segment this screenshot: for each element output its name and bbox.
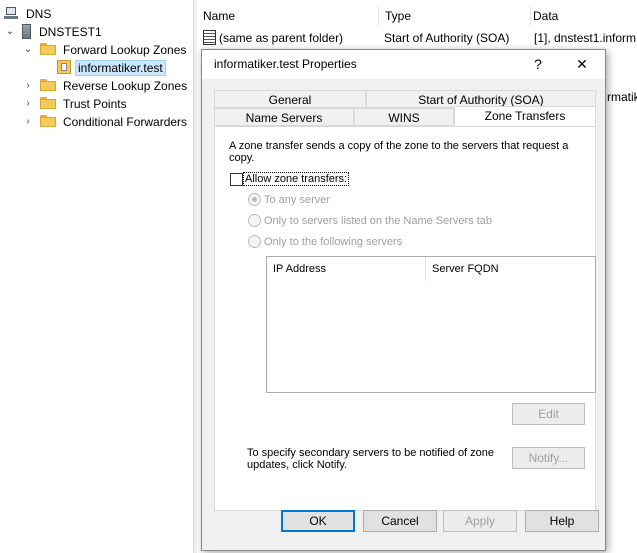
tree-label-dns: DNS [26,7,52,21]
tree-item-forward-lookup-zones[interactable]: Forward Lookup Zones [40,41,189,59]
radio-any-server-label[interactable]: To any server [264,194,330,206]
apply-button[interactable]: Apply [443,510,517,532]
row-data: [1], dnstest1.inform [534,31,637,45]
ok-button[interactable]: OK [281,510,355,532]
server-icon [22,24,31,39]
tree-item-conditional-forwarders[interactable]: Conditional Forwarders [40,113,190,131]
tree-item-reverse-lookup-zones[interactable]: Reverse Lookup Zones [40,77,190,95]
tab-name-servers[interactable]: Name Servers [214,108,354,126]
dialog-titlebar[interactable]: informatiker.test Properties ? ✕ [202,50,605,79]
tree-label-reverse: Reverse Lookup Zones [63,79,188,93]
radio-name-servers-tab-label[interactable]: Only to servers listed on the Name Serve… [264,215,492,227]
record-icon [203,30,216,45]
zone-icon [57,60,71,74]
column-header-ip-address[interactable]: IP Address [267,257,426,281]
folder-icon [40,97,56,109]
column-header-type[interactable]: Type [379,6,531,26]
close-icon[interactable]: ✕ [564,50,600,79]
tab-general[interactable]: General [214,90,366,108]
tree-label-trust: Trust Points [63,97,127,111]
chevron-down-icon[interactable]: ⌄ [23,41,33,59]
chevron-right-icon[interactable]: › [23,77,33,95]
radio-any-server[interactable] [248,193,261,206]
row-data-partial: rmatik [607,90,637,104]
tree-item-zone[interactable]: informatiker.test [57,59,166,77]
notify-button[interactable]: Notify... [512,447,585,469]
folder-icon [40,115,56,127]
row-type: Start of Authority (SOA) [384,31,510,45]
cancel-button[interactable]: Cancel [363,510,437,532]
zone-transfers-panel: A zone transfer sends a copy of the zone… [214,126,596,511]
radio-following-servers-label[interactable]: Only to the following servers [264,236,402,248]
tab-wins[interactable]: WINS [354,108,454,126]
chevron-down-icon[interactable]: ⌄ [5,23,15,41]
folder-icon [40,79,56,91]
tree-label-server: DNSTEST1 [39,25,102,39]
console-tree: DNS ⌄ DNSTEST1 ⌄ Forward Lookup Zones in… [0,0,193,553]
column-header-data[interactable]: Data [527,6,637,26]
row-name: (same as parent folder) [219,31,344,45]
tree-item-dns[interactable]: DNS [4,5,54,23]
tree-item-server[interactable]: DNSTEST1 [22,23,105,41]
column-header-server-fqdn[interactable]: Server FQDN [426,257,595,281]
tab-zone-transfers[interactable]: Zone Transfers [454,106,596,126]
dialog-title: informatiker.test Properties [214,57,357,71]
edit-button[interactable]: Edit [512,403,585,425]
table-row[interactable]: (same as parent folder) [203,29,343,48]
help-button[interactable]: Help [525,510,599,532]
radio-name-servers-tab[interactable] [248,214,261,227]
chevron-right-icon[interactable]: › [23,95,33,113]
server-list[interactable]: IP Address Server FQDN [266,256,596,393]
column-header-name[interactable]: Name [197,6,379,26]
zone-transfer-description: A zone transfer sends a copy of the zone… [229,140,569,164]
allow-zone-transfers-label[interactable]: Allow zone transfers: [242,172,350,186]
allow-zone-transfers-checkbox[interactable] [230,173,243,186]
tree-label-conditional: Conditional Forwarders [63,115,188,129]
zone-properties-dialog: informatiker.test Properties ? ✕ General… [201,49,606,551]
chevron-right-icon[interactable]: › [23,113,33,131]
radio-following-servers[interactable] [248,235,261,248]
folder-icon [40,43,56,55]
dns-icon [4,7,18,19]
tree-label-zone: informatiker.test [75,60,166,76]
tree-label-forward: Forward Lookup Zones [63,43,187,57]
help-icon[interactable]: ? [520,50,556,79]
tree-item-trust-points[interactable]: Trust Points [40,95,130,113]
notify-description: To specify secondary servers to be notif… [247,447,495,471]
